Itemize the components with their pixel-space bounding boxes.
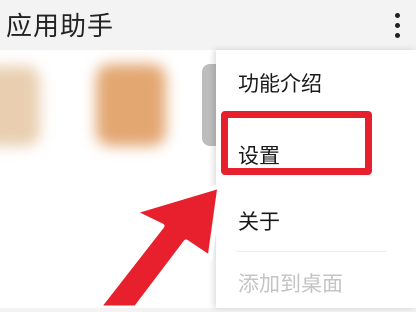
pointer-arrow (95, 183, 223, 308)
